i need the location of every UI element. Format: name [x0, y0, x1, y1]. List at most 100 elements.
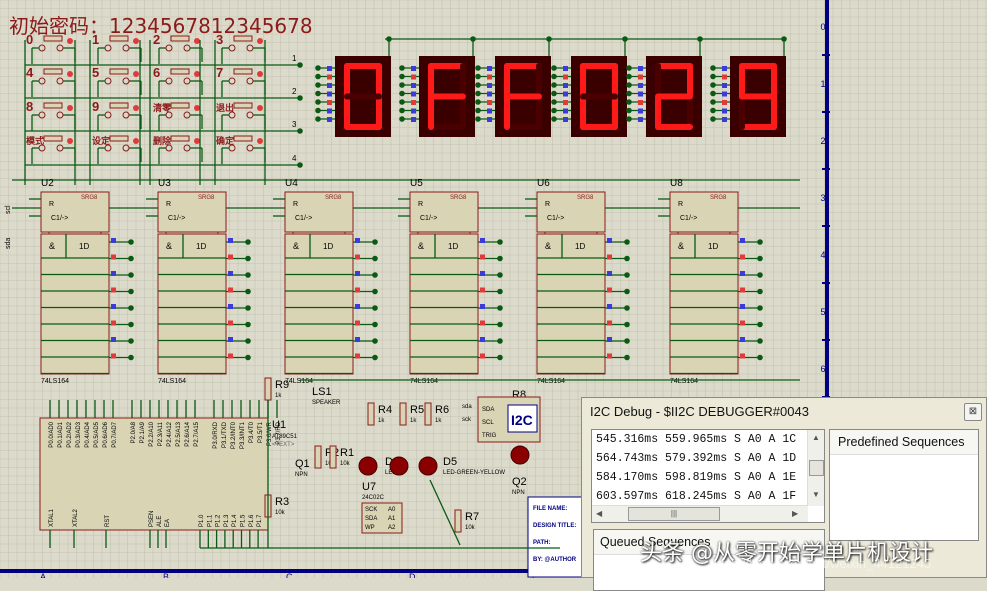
component-R4[interactable]: R41k — [368, 403, 392, 425]
component-LS1[interactable]: LS1SPEAKER — [312, 386, 341, 406]
log-entry[interactable]: 584.170ms 598.819ms S A0 A 1E — [592, 468, 824, 487]
log-entry[interactable]: 603.597ms 618.245ms S A0 A 1F — [592, 487, 824, 506]
title-block-field: FILE NAME: — [533, 506, 567, 512]
key-contact — [39, 45, 45, 51]
mcu-pin-label: P2.0/A8 — [131, 421, 137, 443]
key-button-top — [44, 136, 62, 141]
pin-state-marker — [411, 92, 416, 97]
sr-and-label: & — [418, 241, 424, 251]
junction-dot — [624, 256, 630, 262]
key-contact — [57, 45, 63, 51]
pin-state-marker — [480, 271, 485, 276]
sr-data-label: 1D — [196, 242, 206, 251]
junction-dot — [315, 65, 321, 71]
key-label: 8 — [26, 99, 33, 114]
junction-dot — [128, 322, 134, 328]
junction-dot — [757, 289, 763, 295]
component-R9[interactable]: R91k — [265, 378, 289, 400]
eeprom-pin-label: SCK — [365, 507, 377, 513]
component-reference: Q1 — [295, 458, 310, 470]
junction-dot — [372, 239, 378, 245]
component-U7[interactable]: U724C02C — [362, 481, 385, 501]
pin-state-marker — [487, 66, 492, 71]
i2c-logo-text: I2C — [511, 412, 533, 428]
log-entry[interactable]: 564.743ms 579.392ms S A0 A 1D — [592, 449, 824, 468]
scroll-left-icon[interactable]: ◀ — [596, 509, 602, 518]
pin-state-marker — [228, 255, 233, 260]
frame-row-label: 4 — [820, 250, 825, 260]
frame-col-label: B — [163, 572, 169, 578]
junction-dot — [475, 65, 481, 71]
junction-dot — [624, 289, 630, 295]
scroll-thumb[interactable]: ||| — [628, 507, 720, 521]
pin-state-marker — [722, 66, 727, 71]
pin-state-marker — [327, 75, 332, 80]
junction-dot — [710, 99, 716, 105]
component-reference: D5 — [443, 456, 457, 468]
sr-type-label: 74LS164 — [41, 378, 69, 385]
scroll-up-icon[interactable]: ▲ — [812, 433, 820, 442]
pin-state-marker — [740, 238, 745, 243]
pin-state-marker — [480, 238, 485, 243]
key-state-marker — [257, 138, 263, 144]
title-block-field: BY: @AUTHOR — [533, 557, 577, 563]
pin-state-marker — [740, 337, 745, 342]
junction-dot — [624, 355, 630, 361]
pin-state-marker — [607, 271, 612, 276]
mcu-pin-label: P1.3 — [224, 514, 230, 527]
key-label: 7 — [216, 65, 223, 80]
key-state-marker — [194, 71, 200, 77]
pin-state-marker — [480, 255, 485, 260]
pin-state-marker — [355, 304, 360, 309]
mcu-pin-label: P2.4/A12 — [167, 421, 173, 446]
junction-dot — [128, 239, 134, 245]
pin-state-marker — [638, 109, 643, 114]
sr-clock-label: C1/-> — [420, 215, 437, 222]
component-R6[interactable]: R61k — [425, 403, 449, 425]
led-icon — [511, 446, 529, 464]
sr-reference: U2 — [41, 178, 54, 189]
component-Q2[interactable]: Q2NPN — [512, 476, 527, 496]
horizontal-scrollbar[interactable]: ◀ ||| ▶ — [592, 505, 808, 522]
predefined-sequences-panel[interactable]: Predefined Sequences — [829, 429, 979, 541]
pin-state-marker — [722, 92, 727, 97]
frame-row-label: 1 — [820, 79, 825, 89]
pin-state-marker — [355, 354, 360, 359]
transaction-log[interactable]: 545.316ms 559.965ms S A0 A 1C564.743ms 5… — [591, 429, 825, 523]
scroll-right-icon[interactable]: ▶ — [792, 509, 798, 518]
mcu-pin-label: P0.4/AD4 — [85, 421, 91, 447]
junction-dot — [497, 322, 503, 328]
pin-state-marker — [638, 83, 643, 88]
key-button-top — [171, 136, 189, 141]
component-value: 10k — [465, 525, 476, 531]
close-button[interactable]: ⊠ — [964, 403, 982, 421]
component-R7[interactable]: R710k — [455, 510, 479, 532]
scroll-down-icon[interactable]: ▼ — [812, 490, 820, 499]
scroll-thumb[interactable] — [809, 460, 824, 476]
sr-control-block — [41, 192, 109, 232]
pin-state-marker — [228, 304, 233, 309]
junction-dot — [626, 99, 632, 105]
junction-dot — [551, 108, 557, 114]
component-R1[interactable]: R110k — [330, 446, 354, 468]
key-button-top — [110, 103, 128, 108]
eeprom-pin-label: A0 — [388, 507, 396, 513]
log-entry[interactable]: 545.316ms 559.965ms S A0 A 1C — [592, 430, 824, 449]
junction-dot — [475, 99, 481, 105]
junction-dot — [245, 322, 251, 328]
sr-clock-label: C1/-> — [295, 215, 312, 222]
pin-state-marker — [228, 238, 233, 243]
vertical-scrollbar[interactable]: ▲ ▼ — [807, 430, 824, 506]
frame-col-label: C — [286, 572, 293, 578]
pin-state-marker — [722, 100, 727, 105]
component-Q1[interactable]: Q1NPN — [295, 458, 310, 478]
pin-state-marker — [355, 255, 360, 260]
key-contact — [123, 78, 129, 84]
component-R5[interactable]: R51k — [400, 403, 424, 425]
component-value: 1k — [378, 418, 385, 424]
junction-dot — [399, 65, 405, 71]
pin-state-marker — [487, 117, 492, 122]
mcu-pin-label: P2.7/A15 — [194, 421, 200, 446]
key-state-marker — [133, 105, 139, 111]
eeprom-pin-label: A2 — [388, 525, 396, 531]
